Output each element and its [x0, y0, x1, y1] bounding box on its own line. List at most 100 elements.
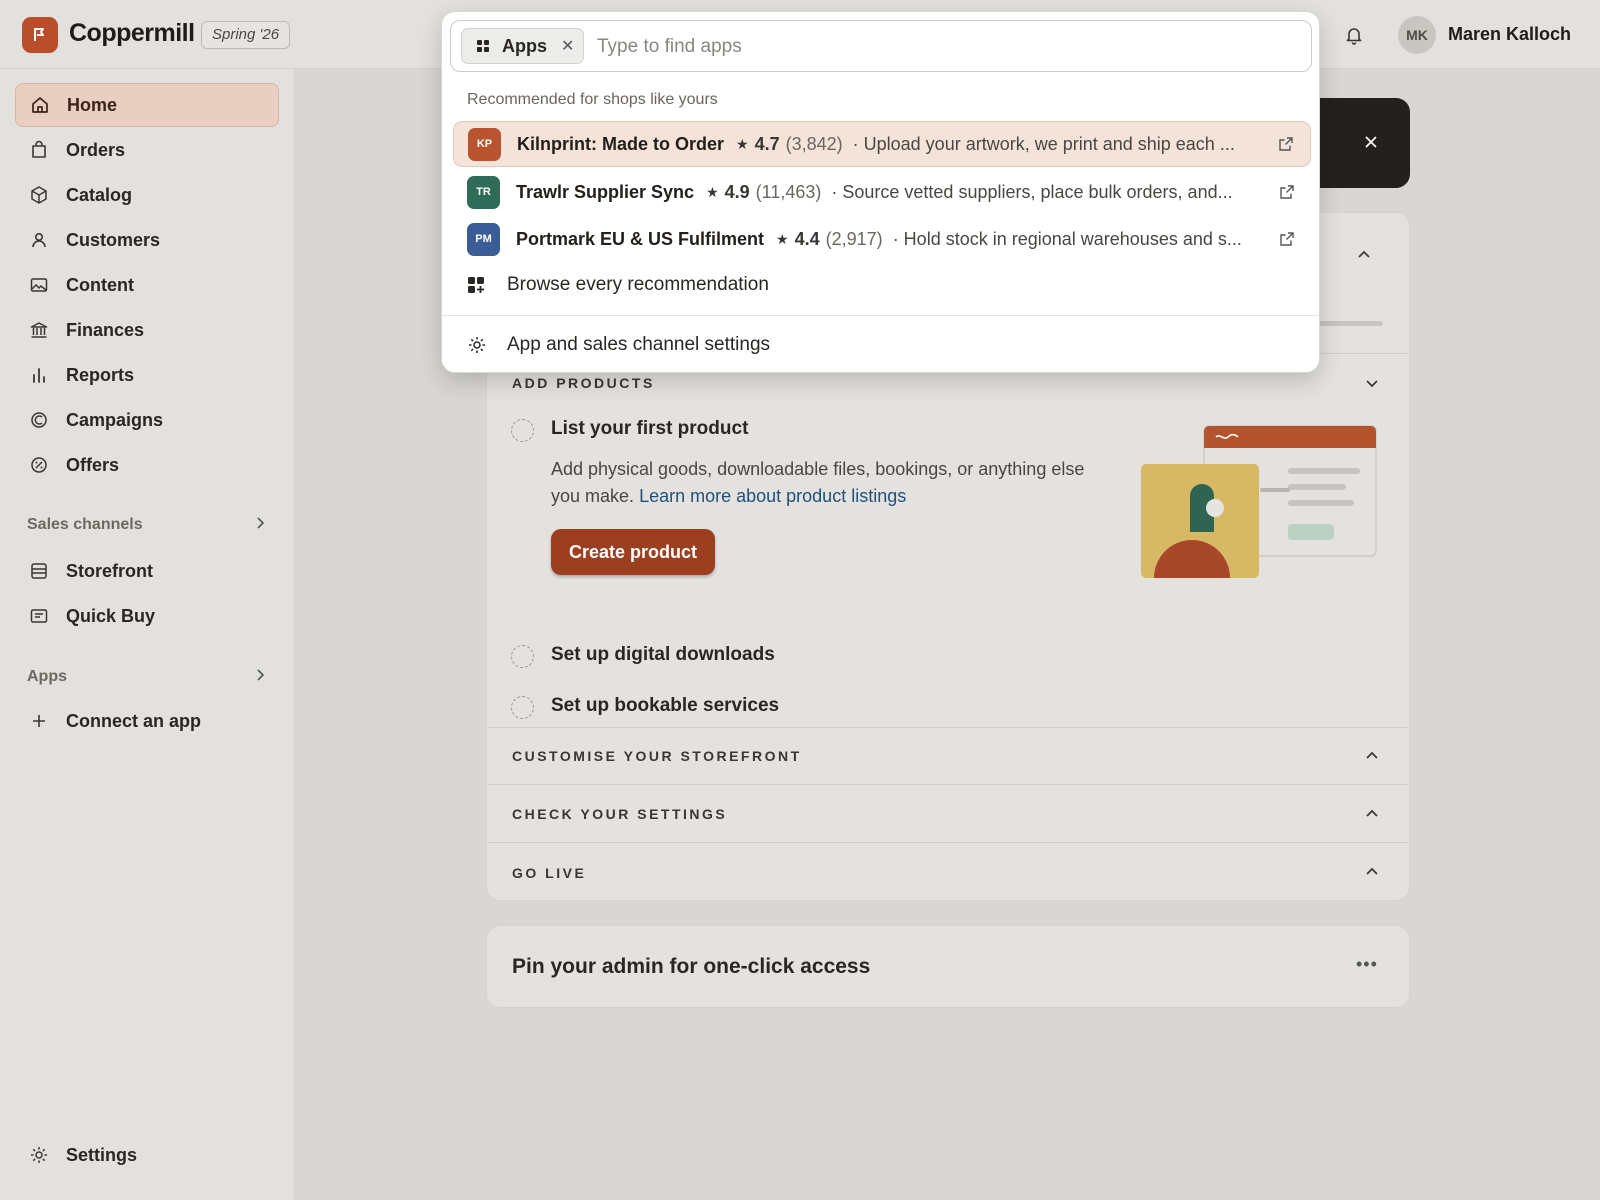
section-heading-label: Sales channels — [27, 516, 143, 533]
chevron-up-icon[interactable] — [1364, 748, 1380, 768]
image-icon — [29, 275, 49, 295]
app-search-input[interactable] — [597, 33, 1287, 61]
app-rating: 4.4 — [794, 228, 820, 249]
sidebar-item-reports[interactable]: Reports — [15, 353, 279, 397]
sidebar-item-label: Customers — [66, 229, 161, 250]
sidebar-item-label: Finances — [66, 319, 145, 340]
discount-icon — [29, 455, 49, 475]
app-result-row[interactable]: PM Portmark EU & US Fulfilment ★ 4.4 (2,… — [453, 216, 1311, 262]
app-review-count: (3,842) — [785, 133, 843, 154]
sidebar-item-content[interactable]: Content — [15, 263, 279, 307]
person-icon — [29, 230, 49, 250]
sidebar-item-offers[interactable]: Offers — [15, 443, 279, 487]
section-go-live[interactable]: GO LIVE — [512, 865, 586, 881]
bar-chart-icon — [29, 365, 49, 385]
pin-card-title: Pin your admin for one-click access — [512, 955, 871, 978]
bag-icon — [29, 140, 49, 160]
sidebar-item-label: Connect an app — [66, 710, 202, 731]
chevron-down-icon[interactable] — [1364, 375, 1380, 395]
sidebar-item-connect-app[interactable]: Connect an app — [15, 699, 279, 743]
sales-channels-heading[interactable]: Sales channels — [27, 514, 267, 536]
apps-heading[interactable]: Apps — [27, 666, 267, 688]
app-result-row[interactable]: KP Kilnprint: Made to Order ★ 4.7 (3,842… — [453, 121, 1311, 167]
sidebar-item-campaigns[interactable]: Campaigns — [15, 398, 279, 442]
release-badge[interactable]: Spring '26 — [201, 21, 291, 49]
receipt-icon — [29, 606, 49, 626]
gear-icon — [467, 335, 489, 355]
more-options-icon[interactable]: ••• — [1356, 954, 1378, 975]
sidebar-item-home[interactable]: Home — [15, 83, 279, 127]
app-search-dropdown: Apps ✕ Recommended for shops like yours … — [441, 11, 1320, 373]
sidebar-item-orders[interactable]: Orders — [15, 128, 279, 172]
task-checkbox[interactable] — [511, 419, 534, 442]
sidebar-item-quick-buy[interactable]: Quick Buy — [15, 594, 279, 638]
gear-icon — [29, 1145, 49, 1165]
target-icon — [29, 410, 49, 430]
chevron-up-icon[interactable] — [1356, 247, 1372, 267]
section-customise-storefront[interactable]: CUSTOMISE YOUR STOREFRONT — [512, 748, 802, 764]
browse-recommendations-item[interactable]: Browse every recommendation — [467, 270, 769, 300]
scope-chip-label: Apps — [502, 35, 547, 56]
app-rating: 4.7 — [754, 133, 780, 154]
user-name[interactable]: Maren Kalloch — [1448, 24, 1571, 45]
external-link-icon[interactable] — [1279, 184, 1297, 200]
divider — [487, 727, 1409, 728]
task-description: Add physical goods, downloadable files, … — [551, 456, 1111, 510]
task-title[interactable]: Set up bookable services — [551, 695, 779, 717]
section-heading-label: Apps — [27, 668, 67, 685]
external-link-icon[interactable] — [1278, 136, 1296, 152]
notifications-bell-icon[interactable] — [1341, 22, 1367, 48]
star-icon: ★ — [736, 135, 749, 152]
sidebar-item-catalog[interactable]: Catalog — [15, 173, 279, 217]
remove-scope-icon[interactable]: ✕ — [561, 36, 574, 56]
app-name: Portmark EU & US Fulfilment — [516, 228, 765, 249]
app-name: Kilnprint: Made to Order — [517, 133, 724, 154]
star-icon: ★ — [776, 230, 789, 247]
learn-more-link[interactable]: Learn more about product listings — [639, 486, 906, 506]
app-settings-label: App and sales channel settings — [507, 334, 771, 355]
sidebar-item-label: Campaigns — [66, 409, 164, 430]
star-icon: ★ — [706, 183, 719, 200]
task-checkbox[interactable] — [511, 696, 534, 719]
create-product-button[interactable]: Create product — [551, 529, 715, 575]
app-settings-item[interactable]: App and sales channel settings — [467, 330, 770, 360]
task-title[interactable]: List your first product — [551, 418, 748, 440]
chevron-right-icon — [253, 516, 267, 535]
recommended-label: Recommended for shops like yours — [467, 91, 718, 108]
app-description: · Source vetted suppliers, place bulk or… — [831, 181, 1233, 202]
sidebar-item-label: Catalog — [66, 184, 133, 205]
sidebar-item-label: Settings — [66, 1144, 138, 1165]
app-icon: PM — [467, 222, 500, 256]
app-description: · Hold stock in regional warehouses and … — [892, 228, 1242, 249]
brand-logo-icon[interactable] — [22, 17, 58, 53]
app-result-row[interactable]: TR Trawlr Supplier Sync ★ 4.9 (11,463) ·… — [453, 169, 1311, 215]
section-add-products[interactable]: ADD PRODUCTS — [512, 375, 655, 391]
app-review-count: (2,917) — [825, 228, 883, 249]
app-description: · Upload your artwork, we print and ship… — [852, 133, 1235, 154]
task-checkbox[interactable] — [511, 645, 534, 668]
app-search-box: Apps ✕ — [450, 20, 1312, 72]
app-rating: 4.9 — [724, 181, 750, 202]
home-icon — [30, 95, 50, 115]
sidebar-item-finances[interactable]: Finances — [15, 308, 279, 352]
divider — [487, 784, 1409, 785]
scope-chip-apps[interactable]: Apps ✕ — [461, 28, 584, 64]
section-check-settings[interactable]: CHECK YOUR SETTINGS — [512, 806, 727, 822]
bank-icon — [29, 320, 49, 340]
close-icon[interactable] — [1364, 132, 1378, 155]
sidebar-item-label: Orders — [66, 139, 126, 160]
external-link-icon[interactable] — [1279, 231, 1297, 247]
user-avatar[interactable]: MK — [1398, 16, 1436, 54]
brand-name: Coppermill — [69, 19, 195, 47]
chevron-up-icon[interactable] — [1364, 864, 1380, 884]
divider — [487, 842, 1409, 843]
chevron-up-icon[interactable] — [1364, 806, 1380, 826]
sidebar-item-label: Reports — [66, 364, 135, 385]
sidebar-item-storefront[interactable]: Storefront — [15, 549, 279, 593]
tag-icon — [29, 185, 49, 205]
sidebar-item-label: Storefront — [66, 560, 153, 581]
sidebar-item-customers[interactable]: Customers — [15, 218, 279, 262]
sidebar-item-settings[interactable]: Settings — [15, 1133, 279, 1177]
task-title[interactable]: Set up digital downloads — [551, 644, 775, 666]
sidebar-item-label: Offers — [66, 454, 120, 475]
